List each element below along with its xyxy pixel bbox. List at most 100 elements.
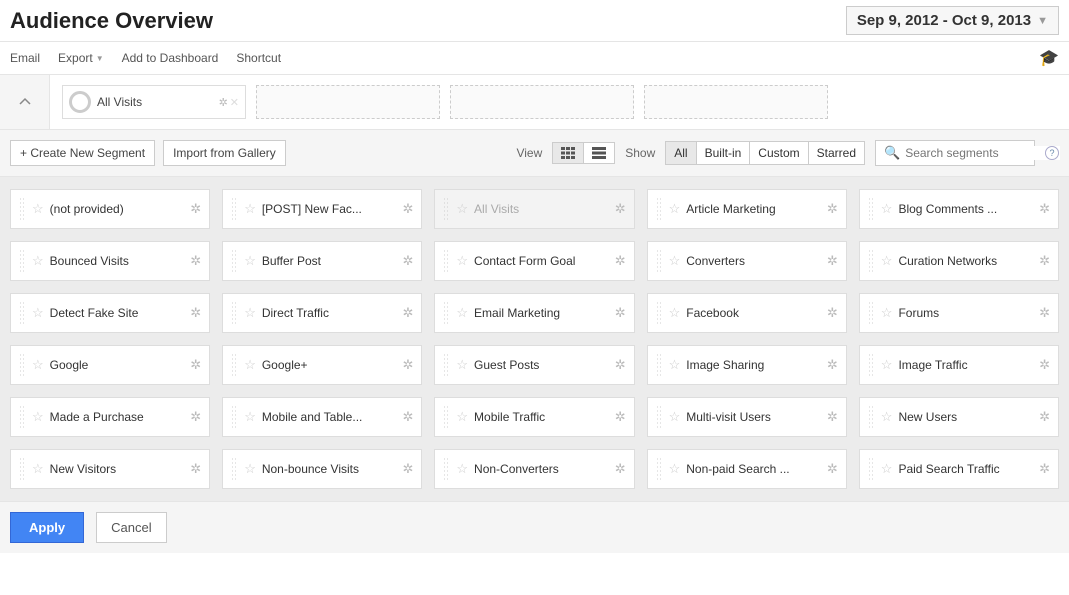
star-icon[interactable]: ☆: [32, 305, 44, 321]
gear-icon[interactable]: ✲: [402, 305, 413, 321]
drag-handle-icon[interactable]: [656, 197, 663, 221]
segment-card[interactable]: ☆All Visits✲: [434, 189, 634, 229]
segment-card[interactable]: ☆Contact Form Goal✲: [434, 241, 634, 281]
star-icon[interactable]: ☆: [881, 305, 893, 321]
email-link[interactable]: Email: [10, 51, 40, 65]
drag-handle-icon[interactable]: [868, 405, 875, 429]
star-icon[interactable]: ☆: [32, 409, 44, 425]
gear-icon[interactable]: ✲: [827, 461, 838, 477]
create-segment-button[interactable]: + Create New Segment: [10, 140, 155, 166]
gear-icon[interactable]: ✲: [827, 253, 838, 269]
gear-icon[interactable]: ✲: [615, 201, 626, 217]
drag-handle-icon[interactable]: [656, 457, 663, 481]
segment-card[interactable]: ☆(not provided)✲: [10, 189, 210, 229]
drag-handle-icon[interactable]: [656, 301, 663, 325]
drag-handle-icon[interactable]: [868, 457, 875, 481]
filter-starred[interactable]: Starred: [808, 142, 864, 164]
drag-handle-icon[interactable]: [231, 249, 238, 273]
segment-card[interactable]: ☆Blog Comments ...✲: [859, 189, 1059, 229]
star-icon[interactable]: ☆: [669, 305, 681, 321]
gear-icon[interactable]: ✲: [827, 357, 838, 373]
segment-card[interactable]: ☆Buffer Post✲: [222, 241, 422, 281]
gear-icon[interactable]: ✲: [190, 305, 201, 321]
active-segment-chip[interactable]: All Visits ✲ ✕: [62, 85, 246, 119]
gear-icon[interactable]: ✲: [827, 409, 838, 425]
drag-handle-icon[interactable]: [19, 249, 26, 273]
gear-icon[interactable]: ✲: [190, 461, 201, 477]
drag-handle-icon[interactable]: [19, 301, 26, 325]
gear-icon[interactable]: ✲: [1039, 357, 1050, 373]
star-icon[interactable]: ☆: [456, 305, 468, 321]
segment-card[interactable]: ☆Guest Posts✲: [434, 345, 634, 385]
drag-handle-icon[interactable]: [868, 301, 875, 325]
gear-icon[interactable]: ✲: [402, 253, 413, 269]
gear-icon[interactable]: ✲: [615, 409, 626, 425]
drag-handle-icon[interactable]: [19, 353, 26, 377]
star-icon[interactable]: ☆: [32, 201, 44, 217]
segment-card[interactable]: ☆Direct Traffic✲: [222, 293, 422, 333]
star-icon[interactable]: ☆: [244, 305, 256, 321]
date-range-picker[interactable]: Sep 9, 2012 - Oct 9, 2013 ▼: [846, 6, 1059, 35]
drag-handle-icon[interactable]: [231, 405, 238, 429]
gear-icon[interactable]: ✲: [190, 253, 201, 269]
star-icon[interactable]: ☆: [456, 201, 468, 217]
drag-handle-icon[interactable]: [231, 457, 238, 481]
star-icon[interactable]: ☆: [456, 253, 468, 269]
segment-card[interactable]: ☆Email Marketing✲: [434, 293, 634, 333]
segment-card[interactable]: ☆Curation Networks✲: [859, 241, 1059, 281]
segment-card[interactable]: ☆Non-Converters✲: [434, 449, 634, 489]
shortcut-link[interactable]: Shortcut: [236, 51, 281, 65]
segment-card[interactable]: ☆Article Marketing✲: [647, 189, 847, 229]
gear-icon[interactable]: ✲: [615, 305, 626, 321]
gear-icon[interactable]: ✲: [190, 201, 201, 217]
drag-handle-icon[interactable]: [443, 197, 450, 221]
search-input[interactable]: [905, 146, 1060, 160]
filter-builtin[interactable]: Built-in: [696, 142, 750, 164]
add-to-dashboard-link[interactable]: Add to Dashboard: [122, 51, 219, 65]
star-icon[interactable]: ☆: [244, 357, 256, 373]
gear-icon[interactable]: ✲: [1039, 409, 1050, 425]
apply-button[interactable]: Apply: [10, 512, 84, 543]
star-icon[interactable]: ☆: [669, 409, 681, 425]
star-icon[interactable]: ☆: [881, 461, 893, 477]
empty-segment-slot[interactable]: [644, 85, 828, 119]
star-icon[interactable]: ☆: [32, 461, 44, 477]
gear-icon[interactable]: ✲: [402, 357, 413, 373]
gear-icon[interactable]: ✲: [827, 201, 838, 217]
drag-handle-icon[interactable]: [868, 197, 875, 221]
gear-icon[interactable]: ✲: [1039, 305, 1050, 321]
segment-card[interactable]: ☆Google+✲: [222, 345, 422, 385]
star-icon[interactable]: ☆: [881, 201, 893, 217]
grid-view-option[interactable]: [553, 143, 583, 163]
drag-handle-icon[interactable]: [443, 249, 450, 273]
gear-icon[interactable]: ✲: [615, 357, 626, 373]
gear-icon[interactable]: ✲: [219, 96, 228, 109]
drag-handle-icon[interactable]: [231, 353, 238, 377]
gear-icon[interactable]: ✲: [615, 253, 626, 269]
segment-card[interactable]: ☆Mobile Traffic✲: [434, 397, 634, 437]
gear-icon[interactable]: ✲: [402, 461, 413, 477]
drag-handle-icon[interactable]: [656, 353, 663, 377]
gear-icon[interactable]: ✲: [190, 357, 201, 373]
star-icon[interactable]: ☆: [669, 357, 681, 373]
segment-card[interactable]: ☆Mobile and Table...✲: [222, 397, 422, 437]
gear-icon[interactable]: ✲: [1039, 461, 1050, 477]
segment-card[interactable]: ☆Made a Purchase✲: [10, 397, 210, 437]
segment-card[interactable]: ☆Image Sharing✲: [647, 345, 847, 385]
drag-handle-icon[interactable]: [868, 353, 875, 377]
star-icon[interactable]: ☆: [244, 461, 256, 477]
collapse-toggle[interactable]: [0, 75, 50, 129]
star-icon[interactable]: ☆: [669, 461, 681, 477]
graduation-icon[interactable]: 🎓: [1039, 48, 1059, 68]
star-icon[interactable]: ☆: [244, 201, 256, 217]
drag-handle-icon[interactable]: [19, 197, 26, 221]
star-icon[interactable]: ☆: [32, 357, 44, 373]
list-view-option[interactable]: [583, 143, 614, 163]
segment-card[interactable]: ☆Converters✲: [647, 241, 847, 281]
segment-card[interactable]: ☆[POST] New Fac...✲: [222, 189, 422, 229]
star-icon[interactable]: ☆: [456, 461, 468, 477]
gear-icon[interactable]: ✲: [615, 461, 626, 477]
star-icon[interactable]: ☆: [669, 253, 681, 269]
segment-card[interactable]: ☆Non-bounce Visits✲: [222, 449, 422, 489]
filter-all[interactable]: All: [666, 142, 695, 164]
